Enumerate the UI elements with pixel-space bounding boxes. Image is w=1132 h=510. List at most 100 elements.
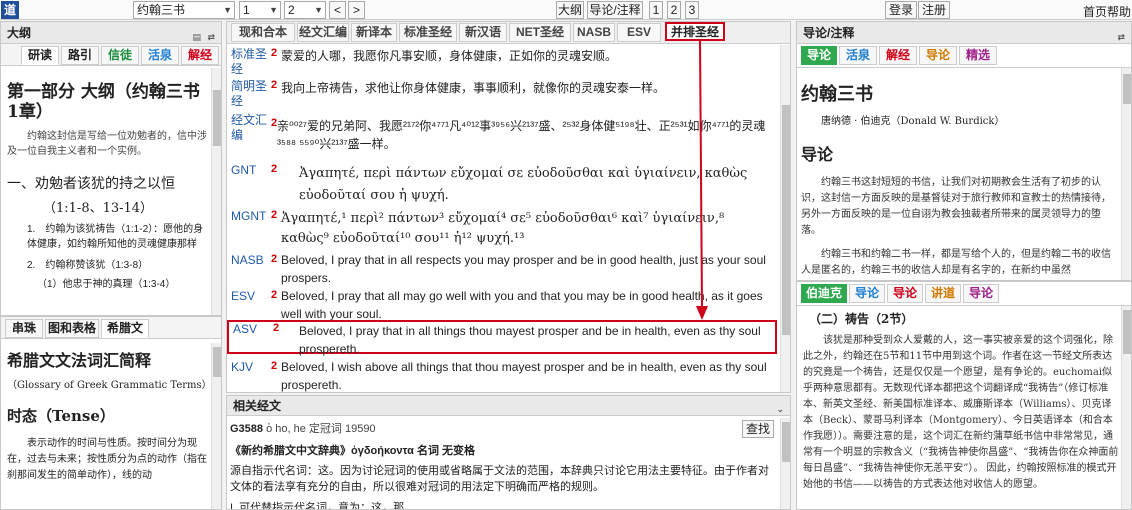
collapse-icon[interactable]: ⌄ xyxy=(776,399,786,419)
version-label[interactable]: ASV xyxy=(233,322,257,337)
outline-content: 第一部分 大纲（约翰三书1章） 约翰这封信是写给一位劝勉者的，信中涉及一位自我主… xyxy=(7,82,207,314)
tab-standard-bible[interactable]: 标准圣经 xyxy=(399,23,457,42)
greek-text: 表示动作的时间与性质。按时间分为现在，过去与未来；按性质分为点的动作（指在刹那间… xyxy=(7,438,207,481)
register-button[interactable]: 注册 xyxy=(918,1,950,19)
scroll-thumb[interactable] xyxy=(782,422,790,462)
version-label[interactable]: NASB xyxy=(231,253,264,268)
tab-living-spring[interactable]: 活泉 xyxy=(141,46,179,65)
author: 唐纳德 · 伯迪克（Donald W. Burdick） xyxy=(821,116,1005,127)
verse-number: 2 xyxy=(271,209,278,221)
verse-number: 2 xyxy=(271,289,278,301)
verse-select[interactable]: 2 ▼ xyxy=(284,1,326,19)
version-label[interactable]: 标准圣经 xyxy=(231,47,267,77)
tab-exegesis[interactable]: 解经 xyxy=(879,46,917,65)
verse-number: 2 xyxy=(271,79,278,91)
page-3-button[interactable]: 3 xyxy=(685,1,699,19)
login-button[interactable]: 登录 xyxy=(885,1,917,19)
tab-charts[interactable]: 图和表格 xyxy=(45,319,99,338)
tab-intro-2[interactable]: 导论 xyxy=(887,284,923,303)
app-logo[interactable]: 道 xyxy=(1,1,19,19)
dictionary-entry: 《新约希腊文中文辞典》ὀγδοήκοντα 名词 无变格 xyxy=(230,445,476,457)
outline-intro: 约翰这封信是写给一位劝勉者的，信中涉及一位自我主义者和一个实例。 xyxy=(7,131,207,157)
version-label[interactable]: 简明圣经 xyxy=(231,79,267,109)
greek-heading: 希腊文文法词汇简释 xyxy=(7,351,152,370)
tab-exegesis[interactable]: 解经 xyxy=(181,46,219,65)
tab-believers[interactable]: 信徒 xyxy=(101,46,139,65)
commentary-para-1: 约翰三书这封短短的书信，让我们对初期教会生活有了初步的认识，这封信一方面反映的是… xyxy=(801,177,1111,236)
dictionary-text: 源自指示代名词：这。因为讨论冠词的使用或省略属于文法的范围，本辞典只讨论它用法主… xyxy=(230,465,769,493)
scroll-thumb[interactable] xyxy=(213,347,221,377)
greek-scrollbar[interactable] xyxy=(211,343,221,509)
tab-burdick[interactable]: 伯迪克 xyxy=(801,284,847,303)
verse-number: 2 xyxy=(273,322,280,334)
related-title: 相关经文 xyxy=(233,399,282,413)
outline-section-1-ref: （1:1-8、13-14） xyxy=(43,201,154,216)
sermon-scrollbar[interactable] xyxy=(1121,306,1131,509)
version-label[interactable]: ESV xyxy=(231,289,255,304)
tab-study[interactable]: 研读 xyxy=(21,46,59,65)
outline-section-1: 一、劝勉者该犹的持之以恒 xyxy=(7,176,175,192)
home-link[interactable]: 首页 xyxy=(1083,3,1107,20)
commentary-scrollbar[interactable] xyxy=(1121,68,1131,280)
search-button[interactable]: 查找 xyxy=(742,420,774,438)
guide-button[interactable]: 导论/注释 xyxy=(587,1,643,19)
tab-intro-3[interactable]: 导论 xyxy=(963,284,999,303)
tab-sermon[interactable]: 讲道 xyxy=(925,284,961,303)
related-panel: 相关经文 ⌄ G3588 ὁ ho, he 定冠词 19590 查找 《新约希腊文… xyxy=(226,395,791,510)
outline-item-1: 1. 约翰为该犹祷告（1:1-2）：愿他的身体健康，如约翰所知他的灵魂健康那样 xyxy=(27,224,204,250)
outline-scrollbar[interactable] xyxy=(211,68,221,315)
outline-tabs: 研读 路引 信徒 活泉 解经 xyxy=(1,44,221,66)
verse-select-value: 2 xyxy=(288,3,295,17)
chevron-down-icon: ▼ xyxy=(223,5,232,15)
version-label[interactable]: GNT xyxy=(231,163,256,178)
help-link[interactable]: 帮助 xyxy=(1107,3,1131,20)
tab-greek[interactable]: 希腊文 xyxy=(101,319,149,338)
strong-info: ὁ ho, he 定冠词 19590 xyxy=(266,423,376,435)
scroll-thumb[interactable] xyxy=(782,105,790,335)
strong-number: G3588 xyxy=(230,423,264,435)
sermon-text: 该犹是那种受到众人爱戴的人，这一事实被亲爱的这个词强化，除此之外，约翰还在5节和… xyxy=(803,335,1119,490)
tab-selected[interactable]: 精选 xyxy=(959,46,997,65)
bible-scrollbar[interactable] xyxy=(780,45,790,392)
verse-number: 2 xyxy=(271,47,278,59)
version-label[interactable]: 经文汇编 xyxy=(231,113,267,143)
tab-cross-reference[interactable]: 串珠 xyxy=(5,319,43,338)
outline-item-2-sub: （1）他忠于神的真理（1:3-4） xyxy=(37,279,176,290)
commentary-panel: 导论/注释 ⇄ 导论 活泉 解经 导论 精选 约翰三书 唐纳德 · 伯迪克（Don… xyxy=(796,21,1132,281)
sermon-content: （二）祷告（2节） 该犹是那种受到众人爱戴的人，这一事实被亲爱的这个词强化，除此… xyxy=(803,310,1119,508)
book-select[interactable]: 约翰三书 ▼ xyxy=(133,1,235,19)
tab-new-translation[interactable]: 新译本 xyxy=(351,23,397,42)
tab-guide[interactable]: 路引 xyxy=(61,46,99,65)
top-toolbar: 道 约翰三书 ▼ 1 ▼ 2 ▼ < > 大纲 导论/注释 1 2 3 登录 注册 首… xyxy=(0,0,1132,20)
book-title: 约翰三书 xyxy=(801,84,873,105)
page-2-button[interactable]: 2 xyxy=(667,1,681,19)
tab-intro[interactable]: 导论 xyxy=(849,284,885,303)
tab-net[interactable]: NET圣经 xyxy=(509,23,571,42)
tab-living-spring[interactable]: 活泉 xyxy=(839,46,877,65)
next-button[interactable]: > xyxy=(348,1,365,19)
version-label[interactable]: MGNT xyxy=(231,209,266,224)
tab-concordance[interactable]: 经文汇编 xyxy=(297,23,349,42)
book-select-value: 约翰三书 xyxy=(137,3,186,17)
scroll-thumb[interactable] xyxy=(1123,74,1131,104)
prev-button[interactable]: < xyxy=(329,1,346,19)
tab-esv[interactable]: ESV xyxy=(617,23,661,42)
related-header: 相关经文 ⌄ xyxy=(227,396,790,416)
outline-panel-header: 大纲 ▤ ⇄ xyxy=(1,22,221,44)
panel-title: 导论/注释 xyxy=(803,26,855,40)
scroll-thumb[interactable] xyxy=(1123,310,1131,354)
outline-button[interactable]: 大纲 xyxy=(556,1,584,19)
tab-intro-2[interactable]: 导论 xyxy=(919,46,957,65)
tab-cuv[interactable]: 现和合本 xyxy=(231,23,295,42)
commentary-para-2: 约翰三书和约翰二书一样，都是写给个人的，但是约翰二书的收信人是匿名的，约翰三书的… xyxy=(801,249,1111,276)
tab-intro[interactable]: 导论 xyxy=(801,46,837,65)
tab-new-chinese[interactable]: 新汉语 xyxy=(459,23,507,42)
verse-number: 2 xyxy=(271,253,278,265)
version-label[interactable]: KJV xyxy=(231,360,253,375)
page-1-button[interactable]: 1 xyxy=(649,1,663,19)
tab-nasb[interactable]: NASB xyxy=(573,23,615,42)
chapter-select[interactable]: 1 ▼ xyxy=(239,1,281,19)
related-scrollbar[interactable] xyxy=(780,418,790,509)
scroll-thumb[interactable] xyxy=(213,90,221,146)
greek-subheading: （Glossary of Greek Grammatic Terms） xyxy=(7,380,207,391)
